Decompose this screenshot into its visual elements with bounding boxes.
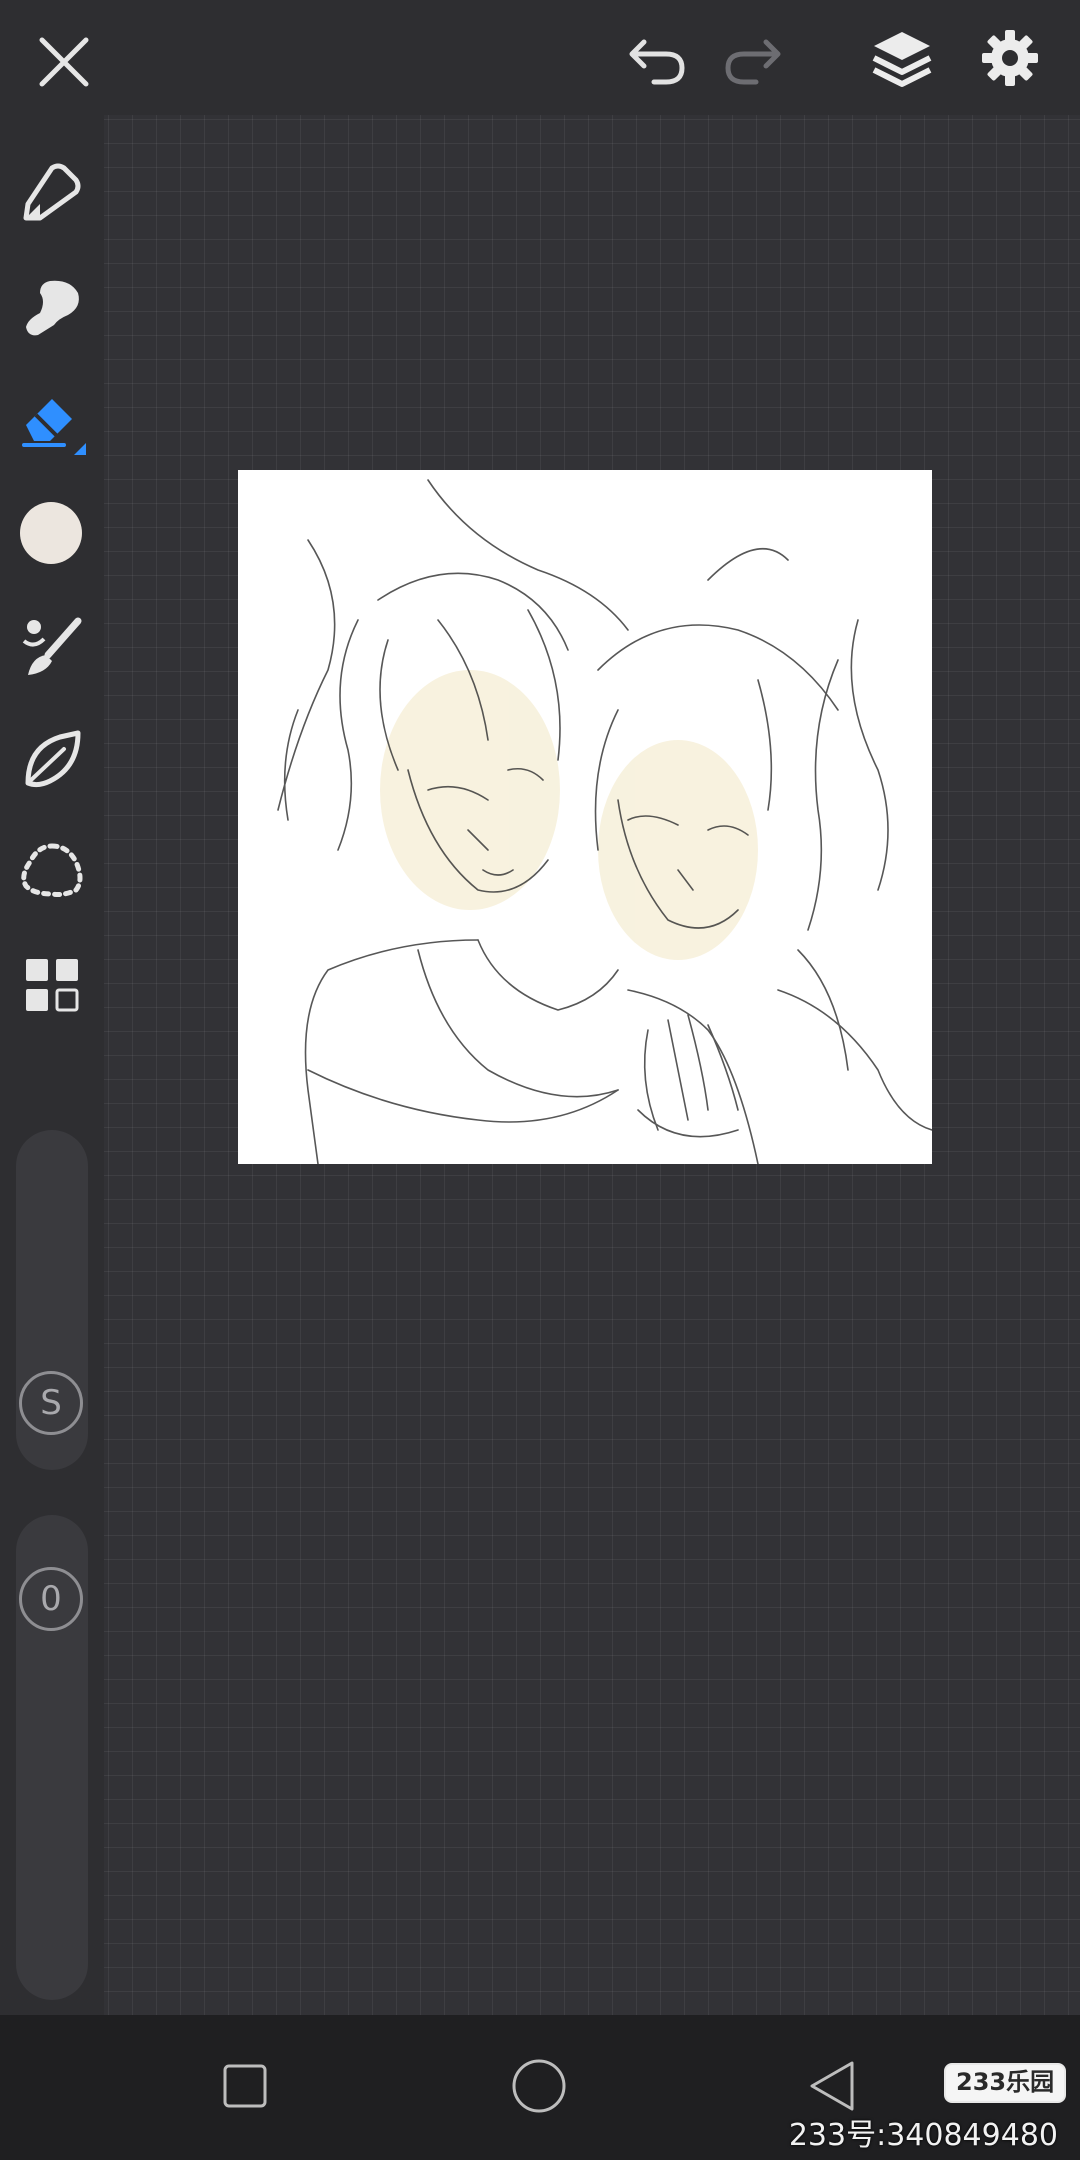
brush-icon[interactable] (20, 615, 84, 679)
watermark-logo: 233乐园 (944, 2063, 1067, 2103)
pencil-icon[interactable] (20, 160, 84, 224)
color-swatch[interactable] (20, 502, 82, 564)
top-toolbar (0, 0, 1080, 115)
grid-menu-icon[interactable] (24, 957, 80, 1013)
opacity-handle[interactable]: 0 (19, 1567, 83, 1631)
eraser-icon[interactable] (16, 385, 88, 457)
circle-icon[interactable] (510, 2057, 568, 2115)
lasso-icon[interactable] (18, 840, 86, 900)
undo-icon[interactable] (626, 30, 688, 86)
drawing-canvas[interactable] (238, 470, 932, 1164)
redo-icon[interactable] (722, 30, 784, 86)
brush-size-handle[interactable]: S (19, 1371, 83, 1435)
triangle-back-icon[interactable] (806, 2059, 860, 2113)
square-icon[interactable] (222, 2063, 268, 2109)
tool-sidebar: S 0 (0, 115, 104, 2015)
close-icon[interactable] (36, 34, 92, 90)
leaf-icon[interactable] (20, 727, 84, 791)
sketch-artwork (277, 479, 932, 1164)
smudge-icon[interactable] (20, 275, 84, 339)
watermark-id-text: 233号:340849480 (788, 2118, 1058, 2153)
gear-icon[interactable] (980, 28, 1040, 88)
layers-icon[interactable] (870, 28, 934, 88)
